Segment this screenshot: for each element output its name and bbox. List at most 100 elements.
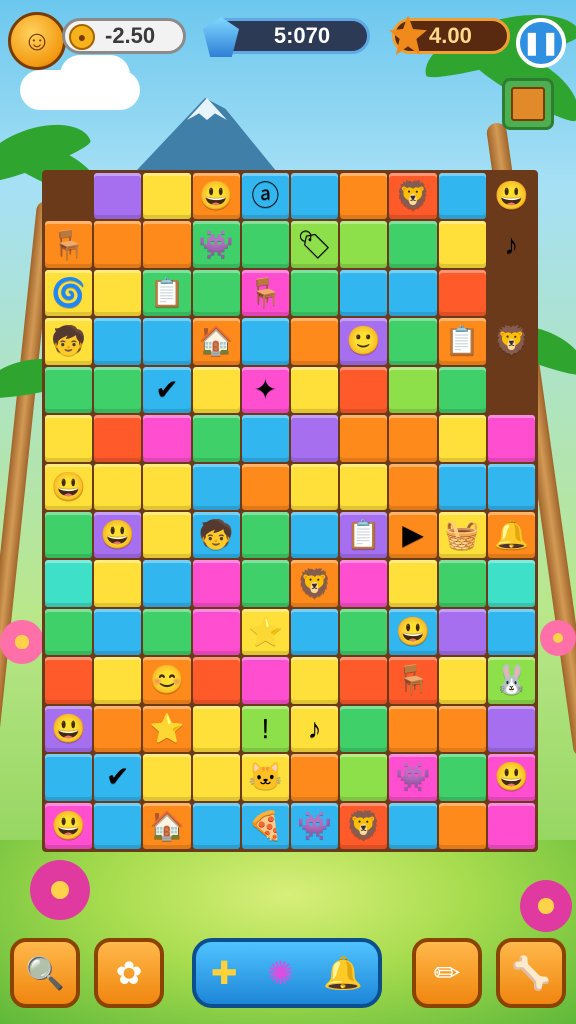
board-tile[interactable] [340, 221, 388, 268]
board-tile[interactable]: 😃 [45, 463, 93, 510]
board-tile[interactable]: ⭐ [143, 705, 191, 753]
board-tile[interactable]: 📋 [438, 318, 486, 365]
board-tile[interactable] [340, 463, 388, 510]
hint-button[interactable]: 🔍 [10, 938, 80, 1008]
board-tile[interactable]: 😊 [143, 657, 191, 704]
board-tile[interactable]: 🏷 [291, 221, 339, 268]
board-tile[interactable] [192, 754, 240, 801]
board-tile[interactable] [438, 463, 486, 510]
board-tile[interactable] [487, 560, 535, 607]
board-tile[interactable] [241, 511, 289, 559]
board-tile[interactable]: 📋 [143, 269, 191, 317]
board-tile[interactable] [94, 705, 142, 753]
board-tile[interactable] [143, 511, 191, 559]
board-tile[interactable] [487, 802, 535, 849]
board-tile[interactable] [192, 463, 240, 510]
board-tile[interactable] [438, 802, 486, 849]
board-tile[interactable]: ✔ [94, 754, 142, 801]
board-tile[interactable]: 🧒 [192, 511, 240, 559]
board-tile[interactable] [291, 511, 339, 559]
board-tile[interactable] [94, 415, 142, 462]
board-tile[interactable] [438, 560, 486, 607]
board-tile[interactable] [192, 705, 240, 753]
board-tile[interactable] [94, 657, 142, 704]
board-tile[interactable] [45, 608, 93, 656]
board-tile[interactable] [487, 608, 535, 656]
board-tile[interactable]: ♪ [488, 221, 535, 267]
board-tile[interactable] [45, 511, 93, 559]
board-tile[interactable] [438, 754, 486, 801]
board-tile[interactable] [291, 657, 339, 704]
board-tile[interactable] [241, 415, 289, 462]
board-tile[interactable] [94, 463, 142, 510]
board-tile[interactable] [143, 608, 191, 656]
board-tile[interactable] [389, 463, 437, 510]
board-tile[interactable]: 😃 [94, 511, 142, 559]
board-tile[interactable] [45, 415, 93, 462]
board-tile[interactable]: 🐰 [487, 657, 535, 704]
board-tile[interactable] [94, 318, 142, 365]
board-tile[interactable]: 👾 [389, 754, 437, 801]
board-tile[interactable] [487, 705, 535, 753]
board-tile[interactable] [192, 608, 240, 656]
board-tile[interactable]: 😃 [488, 173, 535, 219]
board-tile[interactable] [241, 657, 289, 704]
board-tile[interactable] [143, 560, 191, 607]
board-tile[interactable] [291, 754, 339, 801]
board-tile[interactable] [94, 560, 142, 607]
board-tile[interactable] [487, 415, 535, 462]
board-tile[interactable] [389, 366, 437, 414]
profile-button[interactable]: ☺ [8, 12, 66, 70]
board-tile[interactable] [488, 270, 535, 316]
booster-bar[interactable]: ✚ ✺ 🔔 [192, 938, 382, 1008]
board-tile[interactable] [389, 221, 437, 268]
board-tile[interactable] [438, 221, 486, 268]
board-tile[interactable] [389, 415, 437, 462]
board-tile[interactable]: 😃 [389, 608, 437, 656]
board-tile[interactable] [143, 318, 191, 365]
board-tile[interactable] [438, 705, 486, 753]
board-tile[interactable]: 😃 [192, 173, 240, 220]
board-tile[interactable] [340, 269, 388, 317]
board-tile[interactable] [45, 366, 93, 414]
board-tile[interactable] [340, 366, 388, 414]
board-tile[interactable]: 🦁 [340, 802, 388, 849]
board-tile[interactable]: ⭐ [241, 608, 289, 656]
board-tile[interactable] [340, 415, 388, 462]
board-tile[interactable] [340, 560, 388, 607]
board-tile[interactable]: 🍕 [241, 802, 289, 849]
board-tile[interactable]: 🪑 [389, 657, 437, 704]
board-tile[interactable] [94, 221, 142, 268]
board-tile[interactable] [340, 608, 388, 656]
board-tile[interactable] [94, 269, 142, 317]
board-tile[interactable] [143, 221, 191, 268]
board-tile[interactable] [291, 173, 339, 220]
gear-icon[interactable]: ✺ [267, 954, 294, 992]
board-tile[interactable]: 🧒 [45, 318, 93, 365]
board-tile[interactable] [291, 269, 339, 317]
board-tile[interactable] [291, 608, 339, 656]
board-tile[interactable] [438, 269, 486, 317]
board-tile[interactable] [291, 366, 339, 414]
board-tile[interactable] [389, 318, 437, 365]
bone-button[interactable]: 🦴 [496, 938, 566, 1008]
board-tile[interactable] [438, 173, 486, 220]
board-tile[interactable] [241, 463, 289, 510]
board-tile[interactable] [438, 608, 486, 656]
board-tile[interactable]: 😃 [45, 705, 93, 753]
board-tile[interactable] [438, 366, 486, 414]
board-tile[interactable]: 👾 [291, 802, 339, 849]
board-tile[interactable]: 🦁 [389, 173, 437, 220]
puzzle-board[interactable]: 😃 ⓐ 🦁 😃 🪑 👾 🏷 ♪ 🌀 📋 🪑 🧒 🏠 🙂 📋 🦁 ✔ ✦ 😃 😃 🧒 📋 ▶ 🧺 🔔 🦁 ⭐ 😃 😊 🪑 🐰 😃 ⭐! ♪ ✔ 🐱 👾 😃 😃… [42, 170, 538, 852]
board-tile[interactable] [192, 802, 240, 849]
board-tile[interactable]: 🦁 [488, 318, 535, 364]
board-tile[interactable] [487, 463, 535, 510]
board-tile[interactable] [94, 173, 142, 220]
board-tile[interactable] [438, 415, 486, 462]
board-tile[interactable]: 😃 [487, 754, 535, 801]
board-tile[interactable] [389, 269, 437, 317]
board-tile[interactable]: 🦁 [291, 560, 339, 607]
board-tile[interactable] [241, 318, 289, 365]
board-tile[interactable] [340, 705, 388, 753]
bell-icon[interactable]: 🔔 [323, 954, 363, 992]
